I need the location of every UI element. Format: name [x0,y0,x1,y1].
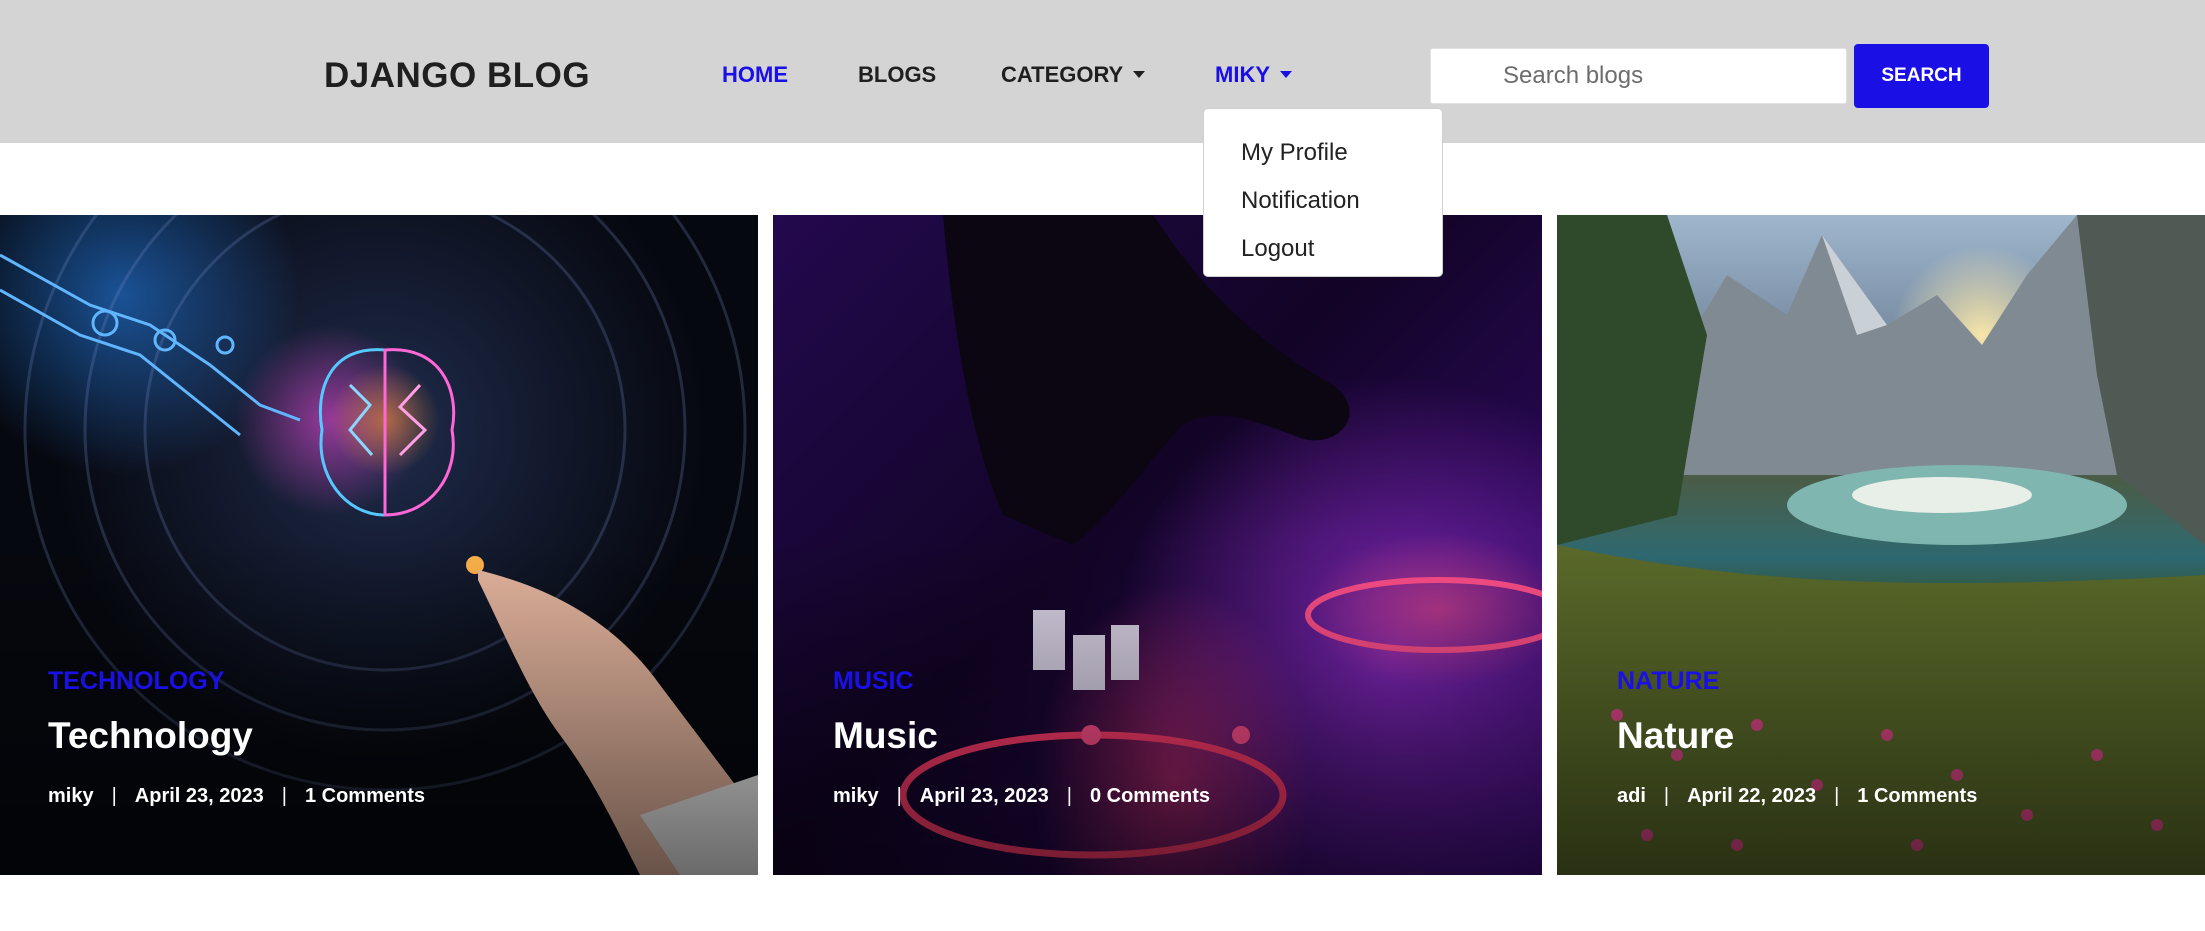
menu-item-logout[interactable]: Logout [1204,225,1442,273]
post-title[interactable]: Technology [48,715,253,757]
post-category[interactable]: MUSIC [833,667,914,696]
site-header: DJANGO BLOG HOME BLOGS CATEGORY MIKY SEA… [0,0,2205,143]
nav-category-label: CATEGORY [1001,62,1124,87]
nav-user-label: MIKY [1215,62,1270,87]
post-card-technology[interactable]: TECHNOLOGY Technology miky | April 23, 202… [0,215,758,875]
nav-blogs[interactable]: BLOGS [858,62,936,88]
nav-user-menu[interactable]: MIKY [1215,62,1292,88]
post-meta: miky | April 23, 2023 | 0 Comments [833,785,1210,807]
post-date: April 22, 2023 [1687,785,1817,807]
post-title[interactable]: Music [833,715,938,757]
chevron-down-icon [1133,70,1146,78]
post-author[interactable]: miky [833,785,879,807]
search-button[interactable]: SEARCH [1854,44,1989,108]
search-input[interactable] [1430,48,1847,104]
nav-category[interactable]: CATEGORY [1001,62,1146,88]
chevron-down-icon [1280,70,1292,78]
post-author[interactable]: miky [48,785,94,807]
post-date: April 23, 2023 [134,785,264,807]
menu-item-my-profile[interactable]: My Profile [1204,129,1442,177]
post-comments[interactable]: 1 Comments [305,785,425,807]
post-card-music[interactable]: MUSIC Music miky | April 23, 2023 | 0 Commen… [773,215,1542,875]
post-card-nature[interactable]: NATURE Nature adi | April 22, 2023 | 1 Comme… [1557,215,2205,875]
post-date: April 23, 2023 [919,785,1049,807]
post-author[interactable]: adi [1617,785,1646,807]
post-meta: adi | April 22, 2023 | 1 Comments [1617,785,1978,807]
site-brand[interactable]: DJANGO BLOG [324,56,590,96]
post-comments[interactable]: 0 Comments [1090,785,1210,807]
post-title[interactable]: Nature [1617,715,1734,757]
user-dropdown-menu: My Profile Notification Logout [1203,108,1443,277]
post-category[interactable]: TECHNOLOGY [48,667,224,696]
post-category[interactable]: NATURE [1617,667,1719,696]
nav-home[interactable]: HOME [722,62,788,88]
post-comments[interactable]: 1 Comments [1857,785,1977,807]
menu-item-notification[interactable]: Notification [1204,177,1442,225]
post-meta: miky | April 23, 2023 | 1 Comments [48,785,425,807]
